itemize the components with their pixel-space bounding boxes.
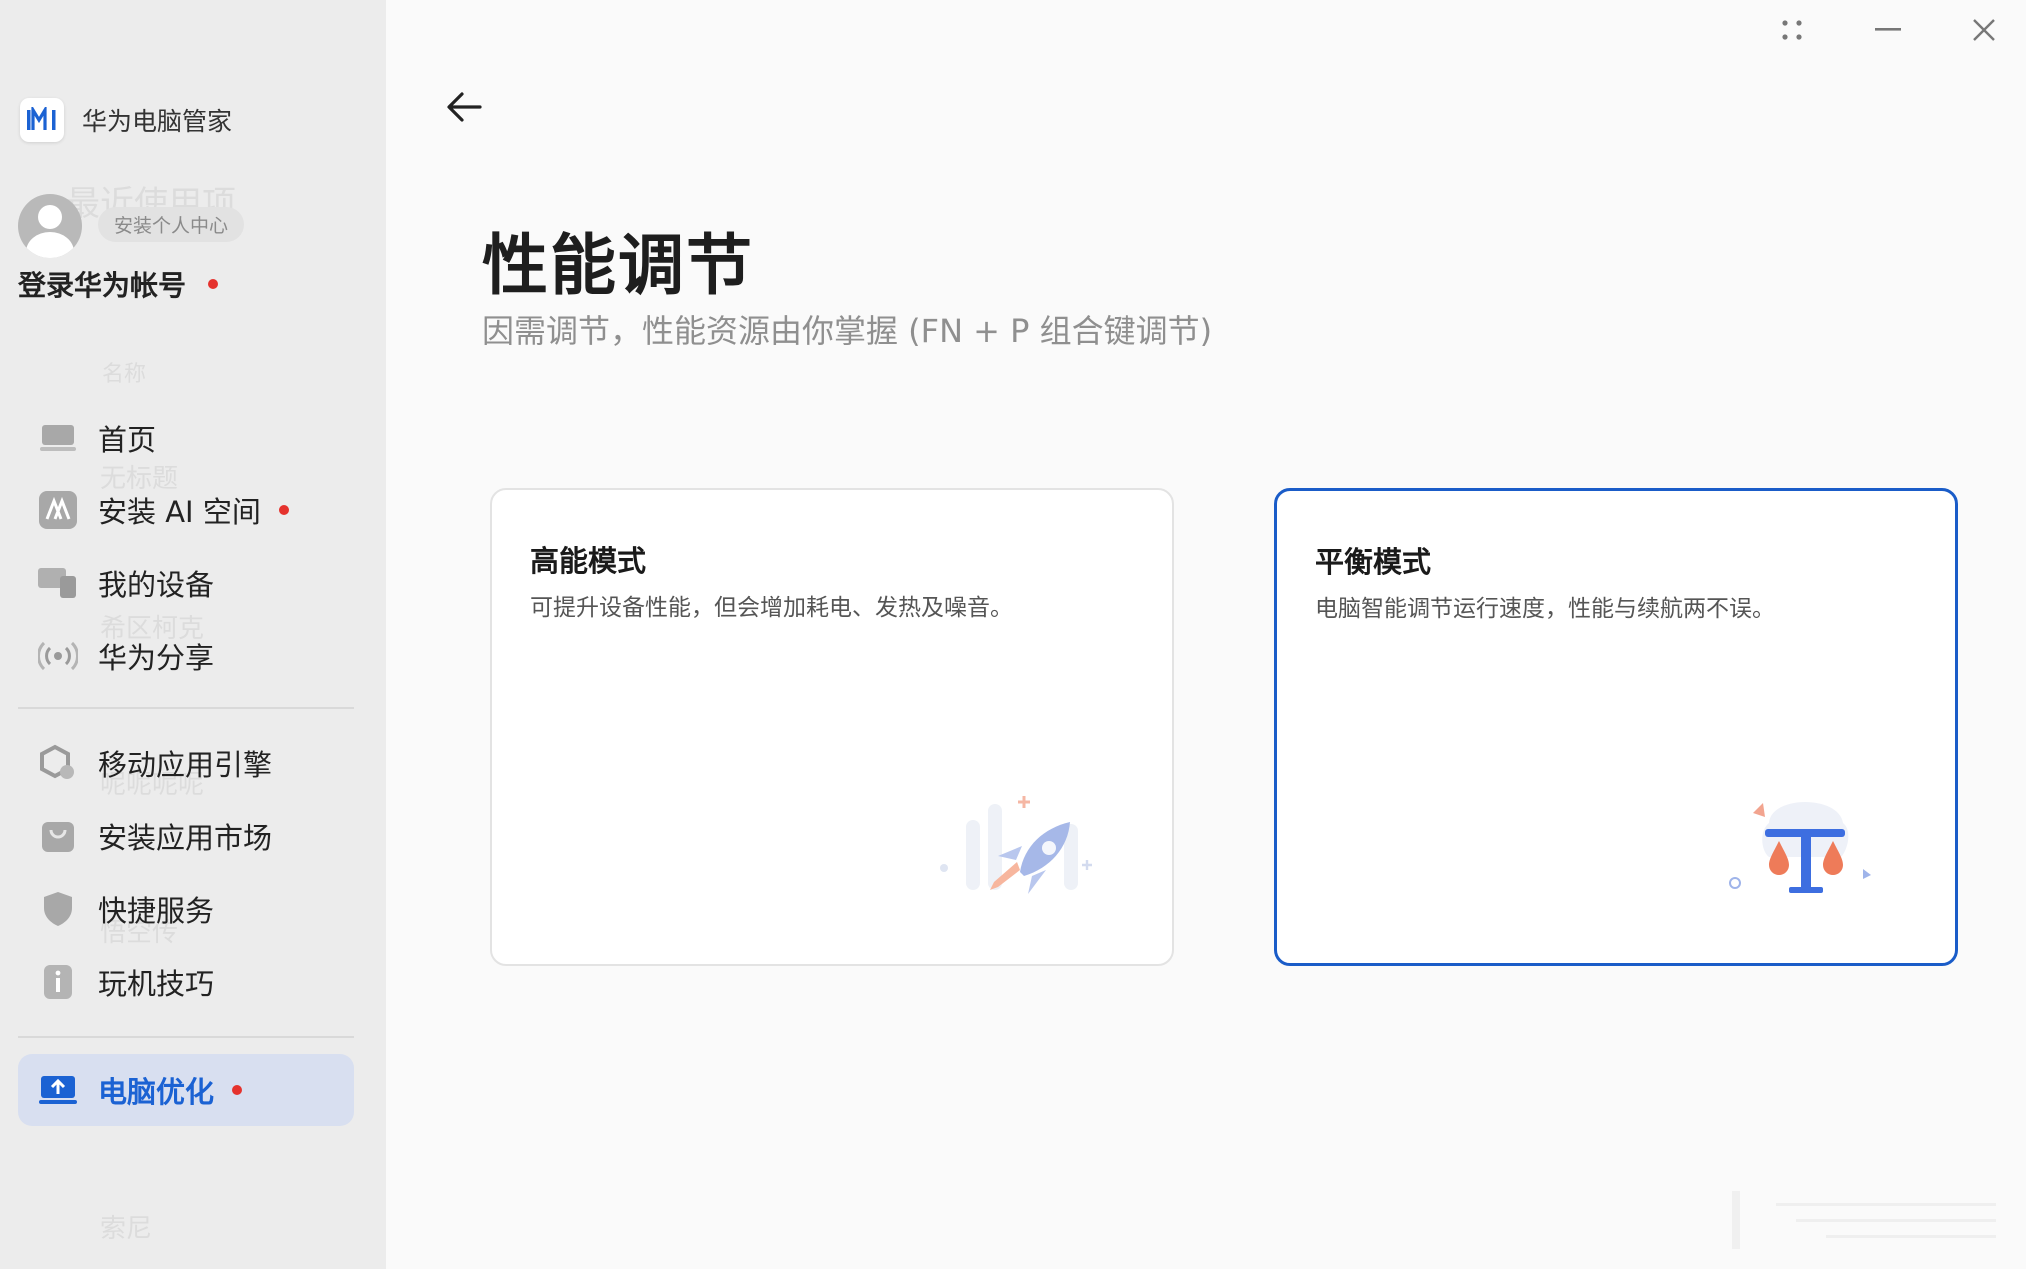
login-link[interactable]: 登录华为帐号 [18,264,219,304]
pc-optimize-icon [38,1070,78,1110]
mode-card-high-performance[interactable]: 高能模式 可提升设备性能，但会增加耗电、发热及噪音。 [490,488,1174,966]
sidebar-item-app-market[interactable]: 安装应用市场 [18,804,354,868]
avatar[interactable] [18,194,82,258]
sidebar-item-tips[interactable]: 玩机技巧 [18,950,354,1014]
sidebar-item-label: 我的设备 [98,568,215,602]
shield-icon [38,889,78,929]
sidebar-item-label: 安装 AI 空间 [98,495,261,529]
decorative-lines [1676,1189,2016,1257]
ghost-text: 索尼 [100,1214,153,1244]
sidebar-item-label: 移动应用引擎 [98,748,273,782]
page-title: 性能调节 [482,227,754,304]
sidebar-item-label: 快捷服务 [98,894,215,928]
sidebar-item-my-devices[interactable]: 我的设备 [18,551,354,615]
ghost-text: 名称 [102,362,147,387]
minimize-icon[interactable] [1858,10,1918,50]
install-personal-center-button[interactable]: 安装个人中心 [98,207,245,242]
back-arrow-icon[interactable] [440,84,494,130]
sidebar: 最近使用项 名称 无标题 希区柯克 呢呢呢呢 悟空传 小米 索尼 华为电脑管家 … [0,0,386,1269]
sidebar-item-app-engine[interactable]: 移动应用引擎 [18,731,354,795]
grid-icon[interactable] [1762,10,1822,50]
sidebar-divider [18,707,354,709]
mode-card-description: 可提升设备性能，但会增加耗电、发热及噪音。 [530,595,1013,621]
ai-space-icon [38,490,78,530]
login-label: 登录华为帐号 [18,269,187,302]
sidebar-item-label: 首页 [98,423,157,457]
mode-card-balanced[interactable]: 平衡模式 电脑智能调节运行速度，性能与续航两不误。 [1274,488,1958,966]
share-signal-icon [38,636,78,676]
sidebar-item-home[interactable]: 首页 [18,406,354,470]
notification-dot [208,279,219,289]
rocket-icon [932,790,1112,914]
sidebar-item-label: 华为分享 [98,641,215,675]
mode-card-title: 高能模式 [530,544,647,578]
balance-icon [1717,791,1897,915]
mode-card-description: 电脑智能调节运行速度，性能与续航两不误。 [1315,596,1775,622]
devices-icon [38,563,78,603]
app-market-bag-icon [38,816,78,856]
app-brand: 华为电脑管家 [20,98,232,142]
tips-info-icon [38,962,78,1002]
sidebar-item-label: 玩机技巧 [98,967,215,1001]
app-engine-icon [38,743,78,783]
page-subtitle: 因需调节，性能资源由你掌握 (FN + P 组合键调节) [482,312,1213,350]
notification-dot [278,505,289,515]
mode-card-title: 平衡模式 [1315,545,1432,579]
sidebar-divider [18,1036,354,1038]
sidebar-item-ai-space[interactable]: 安装 AI 空间 [18,478,354,542]
sidebar-item-quick-service[interactable]: 快捷服务 [18,877,354,941]
notification-dot [232,1085,243,1095]
sidebar-item-pc-optimize[interactable]: 电脑优化 [18,1054,354,1126]
sidebar-item-label: 电脑优化 [98,1075,215,1109]
home-laptop-icon [38,418,78,458]
app-name: 华为电脑管家 [82,107,233,136]
sidebar-item-label: 安装应用市场 [98,821,273,855]
close-icon[interactable] [1954,10,2014,50]
sidebar-item-huawei-share[interactable]: 华为分享 [18,624,354,688]
app-logo-icon [20,98,64,142]
